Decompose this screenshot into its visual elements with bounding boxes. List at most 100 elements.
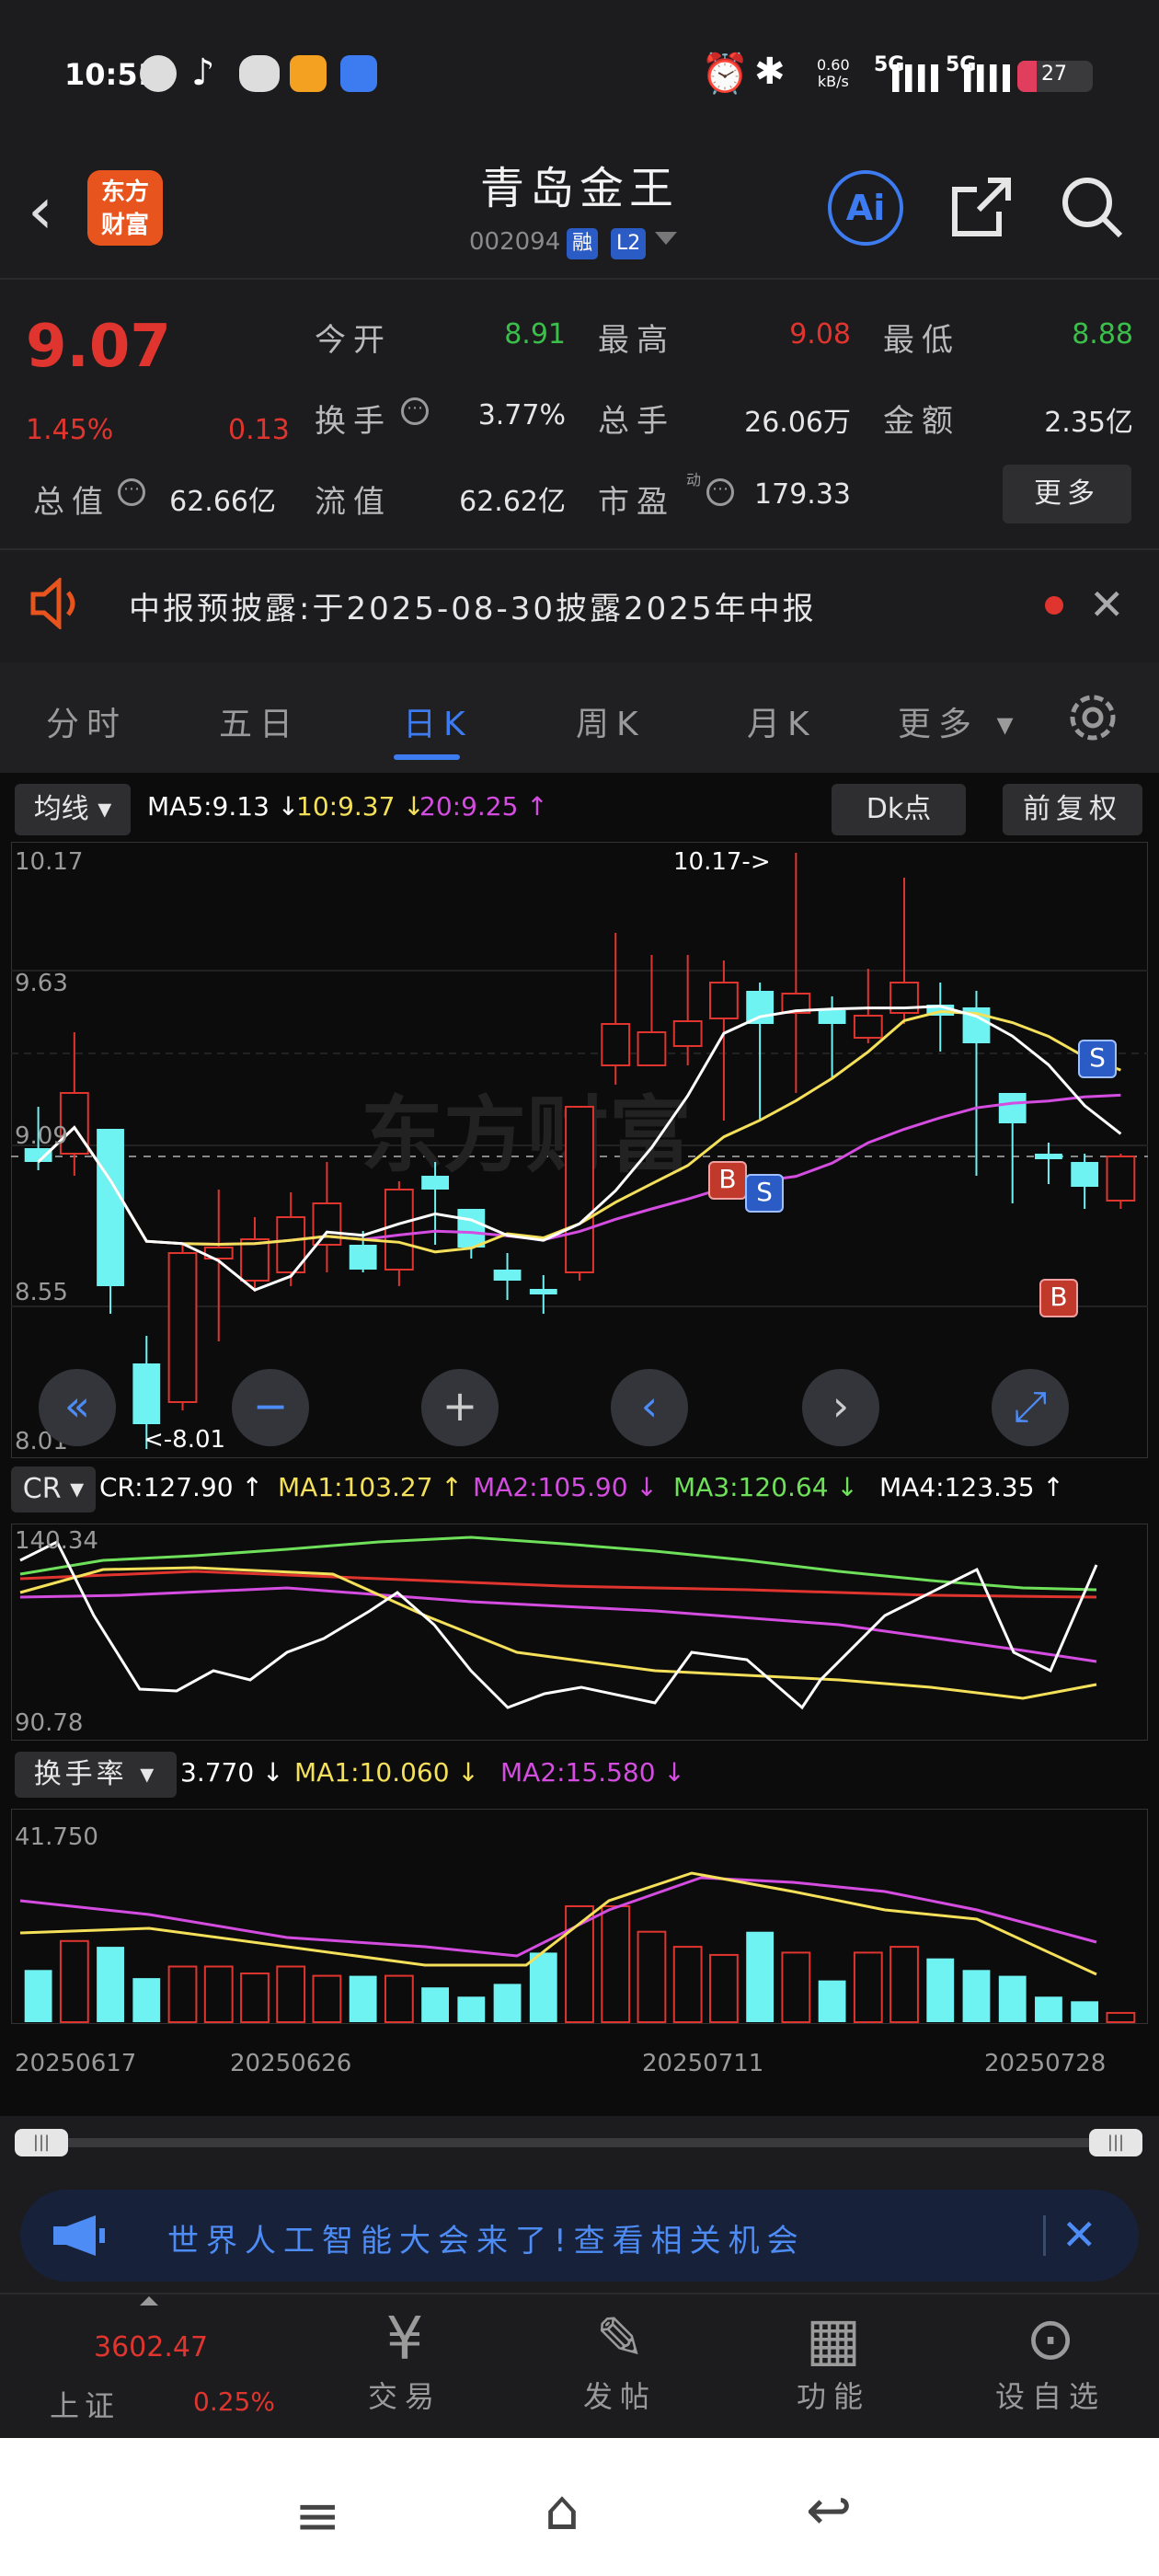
- margin-badge: 融: [567, 228, 599, 259]
- app-icon-blue: [340, 55, 377, 92]
- candle: [132, 1363, 161, 1424]
- tab-weekly-k[interactable]: 周K: [576, 697, 646, 745]
- candle: [672, 1020, 703, 1047]
- cr-ybot: 90.78: [15, 1709, 84, 1737]
- turnover-bar: [889, 1946, 919, 2024]
- menu-icon[interactable]: ≡: [294, 2484, 340, 2548]
- y-label-1: 9.63: [15, 970, 68, 997]
- turnover-chart[interactable]: [11, 1809, 1148, 2024]
- cr-ma4-legend: MA4:123.35 ↑: [879, 1472, 1064, 1502]
- candle: [565, 1106, 594, 1273]
- turnover-ytop: 41.750: [15, 1823, 98, 1851]
- ai-button[interactable]: Ai: [828, 170, 903, 246]
- nav-watchlist[interactable]: ⊙ 设自选: [977, 2291, 1124, 2416]
- zoom-out-button[interactable]: −: [232, 1369, 309, 1446]
- search-button[interactable]: [1058, 173, 1126, 256]
- turnover-bar: [926, 1958, 955, 2022]
- pe-superscript: 动: [686, 471, 702, 489]
- turnover-bar: [59, 1939, 89, 2023]
- candle: [493, 1270, 522, 1281]
- sell-marker[interactable]: S: [1078, 1040, 1117, 1078]
- signal-bars-icon: [892, 64, 938, 92]
- turnover-select[interactable]: 换手率 ▾: [15, 1752, 177, 1798]
- candlestick-chart[interactable]: 东方财富: [11, 842, 1148, 1458]
- tab-intraday[interactable]: 分时: [46, 697, 127, 745]
- scroll-right-button[interactable]: ›: [802, 1369, 879, 1446]
- notice-text[interactable]: 中报预披露:于2025-08-30披露2025年中报: [129, 583, 817, 628]
- candle: [167, 1252, 198, 1403]
- candle: [349, 1245, 377, 1270]
- scroll-left-button[interactable]: ‹: [611, 1369, 688, 1446]
- turnover-label: 换手: [315, 403, 392, 440]
- tab-5day[interactable]: 五日: [219, 697, 300, 745]
- turnover-bar: [132, 1978, 161, 2022]
- range-track[interactable]: [37, 2138, 1122, 2147]
- date-1: 20250626: [230, 2050, 352, 2077]
- candle: [421, 1176, 450, 1190]
- megaphone-icon: [50, 2212, 107, 2263]
- divider: [1043, 2215, 1046, 2256]
- back-button[interactable]: ‹: [28, 173, 53, 248]
- sell-marker[interactable]: S: [745, 1174, 784, 1213]
- l2-badge: L2: [611, 228, 647, 259]
- buy-marker[interactable]: B: [1039, 1279, 1078, 1317]
- turnover-bar: [24, 1970, 52, 2022]
- turnover-bar: [1071, 2001, 1099, 2022]
- adjust-button[interactable]: 前复权: [1003, 784, 1142, 835]
- turnover-ma1-legend: MA1:10.060 ↓: [294, 1757, 479, 1788]
- home-icon[interactable]: ⌂: [545, 2478, 580, 2543]
- tab-monthly-k[interactable]: 月K: [747, 697, 817, 745]
- candle: [24, 1148, 52, 1162]
- more-button[interactable]: 更多: [1003, 465, 1131, 523]
- chevron-down-icon[interactable]: [655, 232, 677, 245]
- index-up-arrow-icon: [140, 2296, 158, 2306]
- fullscreen-button[interactable]: ⤢: [992, 1369, 1069, 1446]
- settings-button[interactable]: [1063, 688, 1122, 751]
- turnover-bar: [818, 1980, 846, 2022]
- tab-more[interactable]: 更多 ▾: [898, 697, 1021, 745]
- index-pct[interactable]: 0.25%: [193, 2386, 275, 2417]
- active-tab-indicator: [394, 754, 460, 760]
- range-handle-left[interactable]: |||: [15, 2129, 68, 2156]
- turnover-bar: [240, 1972, 270, 2023]
- dk-point-button[interactable]: Dk点: [832, 784, 966, 835]
- amount-value: 2.35亿: [1044, 407, 1133, 439]
- turnover-bar: [349, 1975, 377, 2022]
- nav-function[interactable]: ▦ 功能: [760, 2291, 907, 2416]
- ma10-legend: 10:9.37 ↓: [296, 791, 425, 822]
- pe-value: 179.33: [754, 478, 851, 511]
- turnover-bar: [781, 1951, 811, 2023]
- buy-marker[interactable]: B: [708, 1161, 747, 1200]
- globe-icon: [140, 55, 177, 92]
- close-banner-button[interactable]: ✕: [1061, 2210, 1097, 2260]
- cr-select[interactable]: CR ▾: [11, 1466, 96, 1512]
- nav-post[interactable]: ✎ 发帖: [546, 2291, 694, 2416]
- candle: [529, 1289, 557, 1294]
- back-nav-icon[interactable]: ↩: [806, 2478, 852, 2543]
- ma5-legend: MA5:9.13 ↓: [147, 791, 300, 822]
- turnover-bar: [962, 1970, 991, 2022]
- share-button[interactable]: [947, 173, 1016, 256]
- turnover-value: 3.77%: [477, 399, 566, 431]
- cr-chart[interactable]: [11, 1524, 1148, 1741]
- tab-daily-k[interactable]: 日K: [403, 697, 473, 745]
- banner-text[interactable]: 世界人工智能大会来了!查看相关机会: [167, 2215, 806, 2260]
- zoom-in-button[interactable]: +: [421, 1369, 499, 1446]
- share-icon: [952, 178, 1011, 236]
- close-notice-button[interactable]: ✕: [1089, 580, 1125, 629]
- turnover-bar: [457, 1996, 486, 2022]
- range-handle-right[interactable]: |||: [1089, 2129, 1142, 2156]
- ma-select[interactable]: 均线 ▾: [15, 784, 131, 835]
- index-name[interactable]: 上证: [50, 2383, 120, 2425]
- candle: [746, 991, 775, 1024]
- turnover-bar: [203, 1965, 234, 2024]
- index-value[interactable]: 3602.47: [94, 2331, 208, 2363]
- weibo-icon: [239, 55, 280, 92]
- mktcap-value: 62.66亿: [169, 486, 276, 518]
- date-2: 20250711: [642, 2050, 764, 2077]
- candle: [708, 982, 739, 1019]
- scroll-fast-left-button[interactable]: «: [39, 1369, 116, 1446]
- nav-trade[interactable]: ¥ 交易: [331, 2291, 478, 2416]
- high-value: 9.08: [789, 318, 851, 351]
- gear-icon: [1070, 695, 1116, 741]
